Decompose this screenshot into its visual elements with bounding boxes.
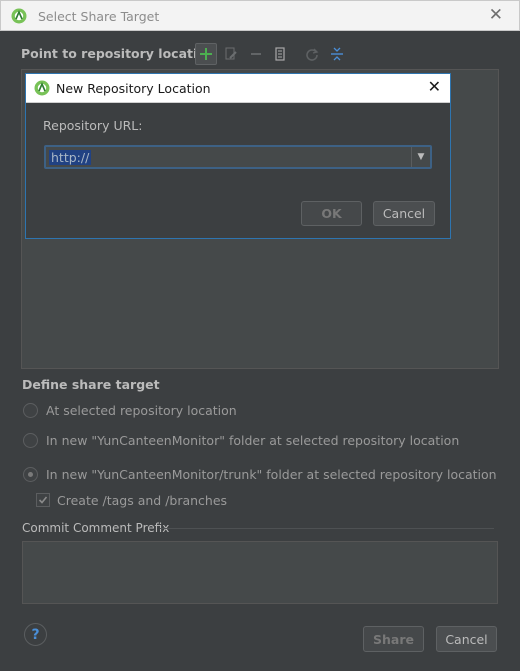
separator <box>160 528 494 529</box>
edit-icon[interactable] <box>220 43 242 65</box>
radio-button-checked[interactable] <box>23 466 38 482</box>
repository-url-label: Repository URL: <box>43 118 143 133</box>
commit-prefix-heading: Commit Comment Prefix <box>22 521 170 535</box>
radio-label: In new "YunCanteenMonitor/trunk" folder … <box>46 466 497 482</box>
remove-icon[interactable] <box>245 43 267 65</box>
collapse-all-icon[interactable] <box>326 43 348 65</box>
new-repository-location-dialog[interactable]: New Repository Location ✕ Repository URL… <box>25 73 451 239</box>
window-title-bar[interactable]: Select Share Target ✕ <box>0 0 520 31</box>
repository-url-combobox[interactable]: http:// ▼ <box>44 145 432 169</box>
check-icon <box>38 496 48 504</box>
close-icon[interactable]: ✕ <box>489 7 503 24</box>
radio-option-selected-location[interactable]: At selected repository location <box>23 401 237 419</box>
refresh-icon[interactable] <box>301 43 323 65</box>
radio-label: At selected repository location <box>46 402 237 418</box>
radio-label: In new "YunCanteenMonitor" folder at sel… <box>46 432 460 448</box>
create-tags-branches-checkbox-row[interactable]: Create /tags and /branches <box>36 492 227 508</box>
modal-cancel-button[interactable]: Cancel <box>373 201 435 226</box>
ok-button[interactable]: OK <box>301 201 362 226</box>
radio-option-new-folder[interactable]: In new "YunCanteenMonitor" folder at sel… <box>23 431 459 449</box>
radio-button[interactable] <box>23 432 38 448</box>
modal-title-bar[interactable]: New Repository Location ✕ <box>26 74 450 103</box>
repository-url-value[interactable]: http:// <box>49 150 92 165</box>
commit-prefix-textarea[interactable] <box>22 541 498 604</box>
chevron-down-icon[interactable]: ▼ <box>411 147 430 167</box>
window-title: Select Share Target <box>38 9 160 24</box>
radio-button[interactable] <box>23 402 38 418</box>
cancel-button[interactable]: Cancel <box>436 626 497 652</box>
radio-option-new-trunk-folder[interactable]: In new "YunCanteenMonitor/trunk" folder … <box>23 465 497 483</box>
checkbox-checked[interactable] <box>36 493 50 507</box>
share-target-heading: Define share target <box>22 377 160 392</box>
help-button[interactable]: ? <box>24 623 47 646</box>
browse-icon[interactable] <box>269 43 291 65</box>
repository-section-heading: Point to repository location <box>21 46 215 61</box>
modal-title: New Repository Location <box>56 81 211 96</box>
share-button[interactable]: Share <box>363 626 424 652</box>
android-studio-icon <box>34 80 50 96</box>
add-icon[interactable] <box>195 43 217 65</box>
android-studio-icon <box>11 8 27 24</box>
checkbox-label: Create /tags and /branches <box>57 492 228 508</box>
close-icon[interactable]: ✕ <box>428 79 441 95</box>
